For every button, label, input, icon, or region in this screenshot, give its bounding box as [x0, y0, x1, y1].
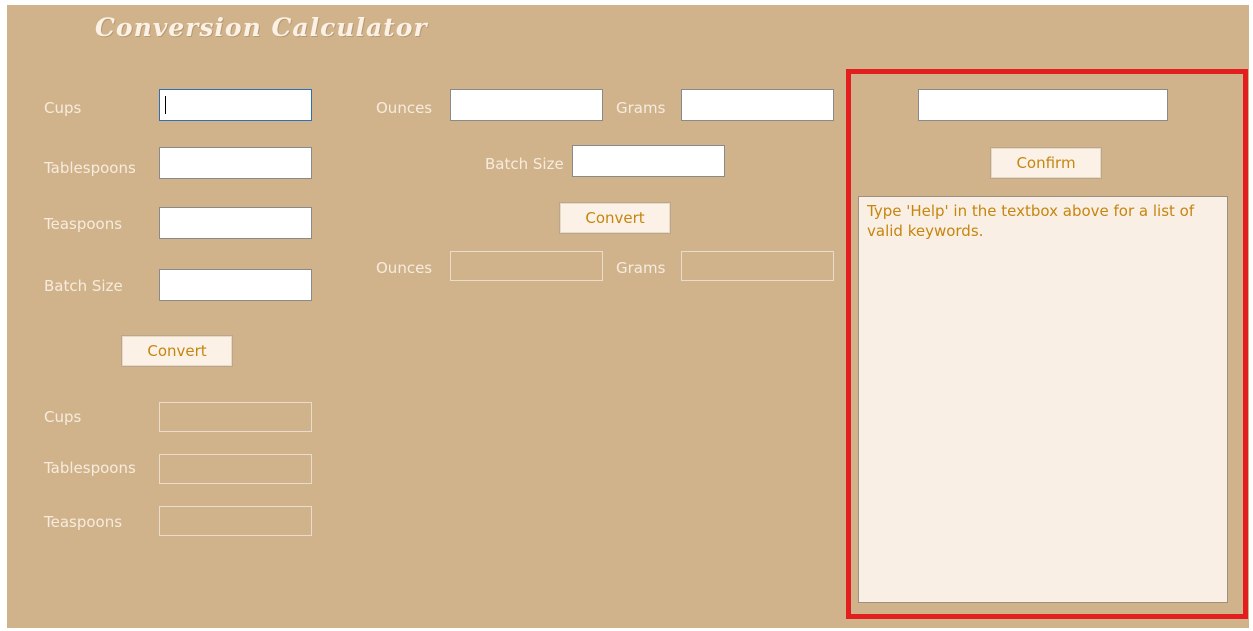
- teaspoons-output: [159, 506, 312, 536]
- ounces-label: Ounces: [376, 99, 433, 117]
- batch-size-label: Batch Size: [44, 277, 123, 295]
- keyword-input[interactable]: [918, 89, 1168, 121]
- convert-volume-button[interactable]: Convert: [121, 335, 233, 367]
- text-caret: [165, 96, 166, 114]
- confirm-button[interactable]: Confirm: [990, 147, 1102, 179]
- app-window: Conversion Calculator Cups Tablespoons T…: [7, 5, 1249, 628]
- grams-output: [681, 251, 834, 281]
- grams-input[interactable]: [681, 89, 834, 121]
- cups-input[interactable]: [159, 89, 312, 121]
- help-output-box: Type 'Help' in the textbox above for a l…: [858, 196, 1228, 603]
- cups-output-label: Cups: [44, 408, 82, 426]
- ounces-input[interactable]: [450, 89, 603, 121]
- ounces-output: [450, 251, 603, 281]
- convert-weight-button[interactable]: Convert: [559, 202, 671, 234]
- batch-size-input[interactable]: [159, 269, 312, 301]
- weight-batch-size-label: Batch Size: [485, 155, 564, 173]
- ounces-output-label: Ounces: [376, 259, 433, 277]
- teaspoons-label: Teaspoons: [44, 215, 123, 233]
- grams-output-label: Grams: [616, 259, 666, 277]
- cups-output: [159, 402, 312, 432]
- tablespoons-label: Tablespoons: [44, 159, 136, 177]
- help-text: Type 'Help' in the textbox above for a l…: [867, 202, 1195, 240]
- tablespoons-output-label: Tablespoons: [44, 459, 136, 477]
- cups-label: Cups: [44, 99, 82, 117]
- tablespoons-input[interactable]: [159, 147, 312, 179]
- grams-label: Grams: [616, 99, 666, 117]
- weight-batch-size-input[interactable]: [572, 145, 725, 177]
- teaspoons-input[interactable]: [159, 207, 312, 239]
- teaspoons-output-label: Teaspoons: [44, 513, 123, 531]
- tablespoons-output: [159, 454, 312, 484]
- app-title: Conversion Calculator: [95, 13, 428, 42]
